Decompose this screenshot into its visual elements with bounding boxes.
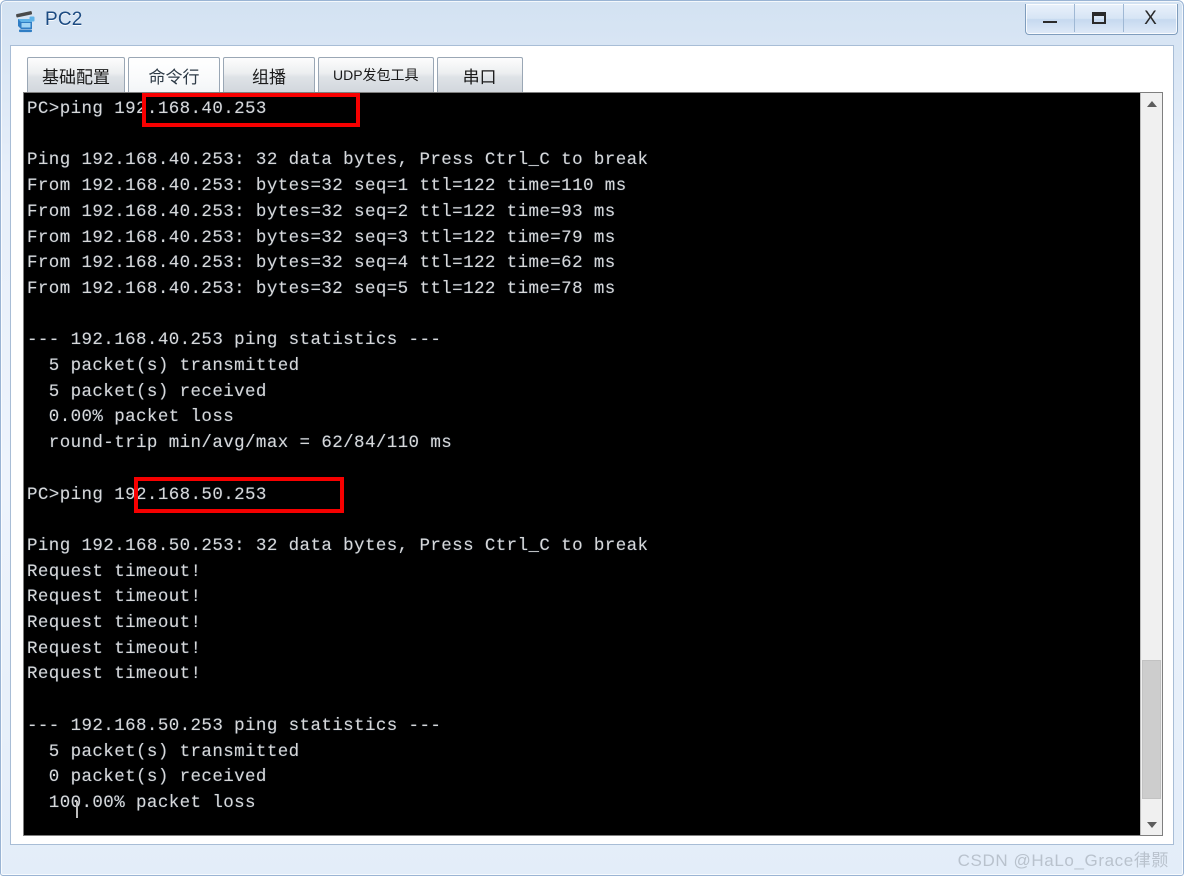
maximize-button[interactable] [1075,4,1124,32]
tab-basic-config[interactable]: 基础配置 [27,57,125,92]
terminal-line: --- 192.168.40.253 ping statistics --- [27,330,442,351]
tab-label: 组播 [252,67,286,87]
chevron-up-icon [1146,100,1157,107]
terminal-line: Request timeout! [27,613,202,634]
terminal-line: --- 192.168.50.253 ping statistics --- [27,715,442,736]
tab-strip: 基础配置 命令行 组播 UDP发包工具 串口 [11,46,1173,92]
client-area: 基础配置 命令行 组播 UDP发包工具 串口 PC>ping 192.168.4… [10,45,1174,845]
tab-multicast[interactable]: 组播 [223,57,315,92]
pc2-window: PC2 X 基础配置 命令行 组播 UDP发包工具 串口 PC>ping 192… [0,0,1184,876]
terminal-line: Request timeout! [27,587,202,608]
terminal-line: 5 packet(s) received [27,381,267,402]
window-title: PC2 [45,9,83,30]
terminal-line: 5 packet(s) transmitted [27,356,300,377]
scroll-up-button[interactable] [1141,93,1162,114]
terminal-line: PC>ping 192.168.40.253 [27,99,267,119]
minimize-icon [1043,21,1057,23]
minimize-button[interactable] [1026,4,1075,32]
terminal-line: 0 packet(s) received [27,767,267,788]
chevron-down-icon [1146,821,1157,828]
terminal-cursor [76,801,78,818]
terminal-line: From 192.168.40.253: bytes=32 seq=4 ttl=… [27,253,616,274]
terminal-scrollbar[interactable] [1140,93,1162,835]
terminal-line: 100.00% packet loss [27,792,256,813]
terminal-line: From 192.168.40.253: bytes=32 seq=3 ttl=… [27,227,616,248]
tab-label: 基础配置 [42,67,110,87]
tab-label: UDP发包工具 [333,67,419,83]
close-icon: X [1144,7,1157,29]
terminal-line: round-trip min/avg/max = 62/84/110 ms [27,433,453,454]
tab-label: 命令行 [148,67,200,87]
scroll-down-button[interactable] [1141,814,1162,835]
terminal-panel: PC>ping 192.168.40.253 Ping 192.168.40.2… [23,92,1163,836]
terminal-line: Request timeout! [27,561,202,582]
terminal-line: Request timeout! [27,638,202,659]
title-bar[interactable]: PC2 X [1,1,1184,45]
terminal-line: PC>ping 192.168.50.253 [27,484,267,505]
terminal-line: From 192.168.40.253: bytes=32 seq=2 ttl=… [27,201,616,222]
scrollbar-track[interactable] [1141,114,1162,814]
terminal-output[interactable]: PC>ping 192.168.40.253 Ping 192.168.40.2… [24,93,1140,835]
watermark-text: CSDN @HaLo_Grace律颢 [957,851,1169,870]
terminal-line: 0.00% packet loss [27,407,235,428]
terminal-line: Request timeout! [27,664,202,685]
maximize-icon [1092,12,1106,24]
scrollbar-thumb[interactable] [1142,660,1161,799]
terminal-line: 5 packet(s) transmitted [27,741,300,762]
tab-command-line[interactable]: 命令行 [128,57,220,92]
tab-label: 串口 [462,67,497,87]
terminal-line: From 192.168.40.253: bytes=32 seq=5 ttl=… [27,278,616,299]
close-button[interactable]: X [1124,4,1177,32]
tab-udp-packet-tool[interactable]: UDP发包工具 [318,57,434,92]
window-controls: X [1025,4,1178,35]
terminal-line: Ping 192.168.40.253: 32 data bytes, Pres… [27,150,649,171]
terminal-line: Ping 192.168.50.253: 32 data bytes, Pres… [27,535,649,556]
tab-serial-port[interactable]: 串口 [436,57,523,92]
terminal-line: From 192.168.40.253: bytes=32 seq=1 ttl=… [27,176,627,197]
pc-host-icon [13,9,39,35]
